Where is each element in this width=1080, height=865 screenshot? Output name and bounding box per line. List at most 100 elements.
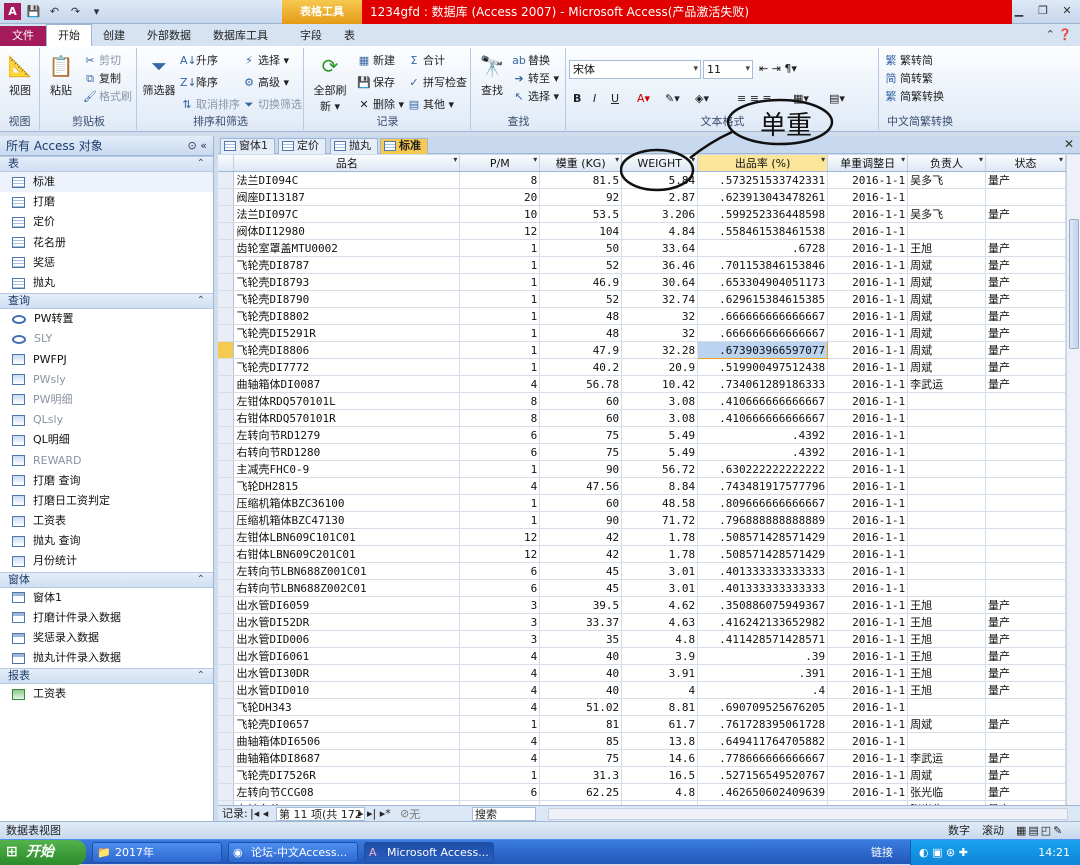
nav-section-query[interactable]: 查询 ⌃ (0, 293, 213, 310)
table-row[interactable]: 曲轴箱体DI6506 4 85 13.8.649411764705882 2016-1-… (218, 732, 1066, 750)
table-cell[interactable]: 4 (459, 698, 541, 716)
row-selector[interactable] (218, 698, 235, 716)
document-tab[interactable]: 标准 (380, 138, 428, 154)
table-cell[interactable]: 10 (459, 205, 541, 223)
table-cell[interactable]: 王旭 (907, 596, 987, 614)
table-cell[interactable] (907, 511, 987, 529)
table-cell[interactable]: 飞轮DH2815 (233, 477, 461, 495)
table-cell[interactable]: 量产 (985, 256, 1066, 274)
table-cell[interactable]: 3 (459, 630, 541, 648)
table-cell[interactable]: 主减壳FHC0-9 (233, 460, 461, 478)
row-selector[interactable] (218, 324, 235, 342)
table-cell[interactable]: 王旭 (907, 239, 987, 257)
table-cell[interactable]: 飞轮壳DI8787 (233, 256, 461, 274)
document-tab[interactable]: 抛丸 (330, 138, 378, 154)
table-cell[interactable]: 齿轮室罩盖MTU0002 (233, 239, 461, 257)
align-buttons[interactable]: ≡ ≡ ≡ (737, 90, 772, 108)
table-cell[interactable] (907, 188, 987, 206)
nav-item[interactable]: PW明细 (0, 390, 213, 410)
convert-button[interactable]: 繁简繁转换 (884, 88, 945, 106)
table-cell[interactable]: 30.64 (621, 273, 699, 291)
table-cell[interactable]: .6728 (697, 239, 829, 257)
table-cell[interactable]: 量产 (985, 630, 1066, 648)
nav-item[interactable]: 月份统计 (0, 551, 213, 571)
nav-next-buttons[interactable]: ▸ ▸| ▸* (358, 807, 391, 821)
table-cell[interactable]: 90 (539, 460, 623, 478)
tray-icons[interactable]: ◐ ▣ ⊛ ✚ (919, 840, 968, 865)
column-header[interactable]: 状态 ▾ (985, 155, 1066, 172)
row-selector[interactable] (218, 409, 235, 427)
format-painter-button[interactable]: 🖌 格式刷 (83, 88, 132, 106)
search-input[interactable]: 搜索 (472, 807, 536, 821)
table-cell[interactable]: 4 (459, 749, 541, 767)
table-cell[interactable]: 1 (459, 239, 541, 257)
table-cell[interactable] (985, 409, 1066, 427)
table-cell[interactable]: .391 (697, 664, 829, 682)
table-cell[interactable]: 右钳体LBN609C201C01 (233, 545, 461, 563)
table-cell[interactable]: 53.5 (539, 205, 623, 223)
row-selector[interactable] (218, 290, 235, 308)
scrollbar-thumb[interactable] (1069, 219, 1079, 349)
table-cell[interactable]: 量产 (985, 239, 1066, 257)
table-cell[interactable]: 32.28 (621, 341, 699, 359)
table-cell[interactable]: 8 (459, 392, 541, 410)
table-cell[interactable]: 47.56 (539, 477, 623, 495)
view-switch-icons[interactable]: ▦▤◰✎ (1016, 822, 1064, 839)
nav-pane-controls[interactable]: ⊙ « (188, 136, 207, 156)
table-cell[interactable] (985, 460, 1066, 478)
table-row[interactable]: 飞轮壳DI7772 1 40.2 20.9.519900497512438 2016-1… (218, 358, 1066, 376)
table-cell[interactable]: 王旭 (907, 630, 987, 648)
table-row[interactable]: 左转向节LBN688Z001C01 6 45 3.01.401333333333333… (218, 562, 1066, 580)
table-cell[interactable]: 31.3 (539, 766, 623, 784)
table-cell[interactable]: 1.78 (621, 528, 699, 546)
nav-item[interactable]: QLsly (0, 410, 213, 430)
table-cell[interactable]: 飞轮壳DI5291R (233, 324, 461, 342)
column-header[interactable]: 品名 ▾ (233, 155, 461, 172)
table-cell[interactable]: 1.78 (621, 545, 699, 563)
table-cell[interactable]: 左转向节LBN688Z001C01 (233, 562, 461, 580)
row-selector[interactable] (218, 732, 235, 750)
alt-fill-button[interactable]: ▤▾ (829, 90, 845, 108)
table-cell[interactable]: 2016-1-1 (827, 698, 909, 716)
table-row[interactable]: 飞轮壳DI5291R 1 48 32.666666666666667 2016-1-1 周… (218, 324, 1066, 342)
column-header[interactable]: 负责人 ▾ (907, 155, 987, 172)
row-selector[interactable] (218, 307, 235, 325)
table-cell[interactable]: 周斌 (907, 324, 987, 342)
table-cell[interactable] (907, 460, 987, 478)
paste-button[interactable]: 📋 粘贴 (43, 52, 79, 98)
row-selector[interactable] (218, 511, 235, 529)
table-cell[interactable]: 12 (459, 222, 541, 240)
table-cell[interactable] (985, 698, 1066, 716)
help-icon[interactable]: ⌃ ❓ (1046, 28, 1072, 41)
restore-button[interactable]: ❐ (1034, 3, 1052, 19)
table-row[interactable]: 出水管DI30DR 4 40 3.91.391 2016-1-1 王旭 量产 (218, 664, 1066, 682)
table-cell[interactable]: 5.49 (621, 443, 699, 461)
table-row[interactable]: 齿轮室罩盖MTU0002 1 50 33.64.6728 2016-1-1 王旭 量产 (218, 239, 1066, 257)
table-cell[interactable]: 2.87 (621, 188, 699, 206)
table-cell[interactable]: 周斌 (907, 358, 987, 376)
delete-record-button[interactable]: ✕ 删除 ▾ (357, 96, 404, 114)
table-row[interactable]: 左转向节RD1279 6 75 5.49.4392 2016-1-1 (218, 426, 1066, 444)
fill-color-button[interactable]: ◈▾ (695, 90, 709, 108)
table-cell[interactable] (907, 698, 987, 716)
table-cell[interactable]: 2016-1-1 (827, 732, 909, 750)
nav-pane-header[interactable]: 所有 Access 对象 ⊙ « (0, 136, 213, 156)
table-row[interactable]: 右钳体RDQ570101R 8 60 3.08.410666666666667 2016… (218, 409, 1066, 427)
table-cell[interactable]: 90 (539, 511, 623, 529)
table-cell[interactable]: 3.01 (621, 562, 699, 580)
row-selector[interactable] (218, 613, 235, 631)
table-cell[interactable]: 张光临 (907, 783, 987, 801)
row-selector[interactable] (218, 783, 235, 801)
save-record-button[interactable]: 💾 保存 (357, 74, 395, 92)
nav-item[interactable]: PWFPJ (0, 350, 213, 370)
table-cell[interactable]: 6 (459, 783, 541, 801)
table-cell[interactable]: 56.72 (621, 460, 699, 478)
table-cell[interactable]: 出水管DI6059 (233, 596, 461, 614)
table-cell[interactable]: 48 (539, 324, 623, 342)
table-cell[interactable] (907, 222, 987, 240)
table-cell[interactable]: 量产 (985, 749, 1066, 767)
table-cell[interactable]: 4 (459, 681, 541, 699)
document-tab[interactable]: 定价 (278, 138, 326, 154)
table-cell[interactable]: 1 (459, 324, 541, 342)
row-selector[interactable] (218, 426, 235, 444)
